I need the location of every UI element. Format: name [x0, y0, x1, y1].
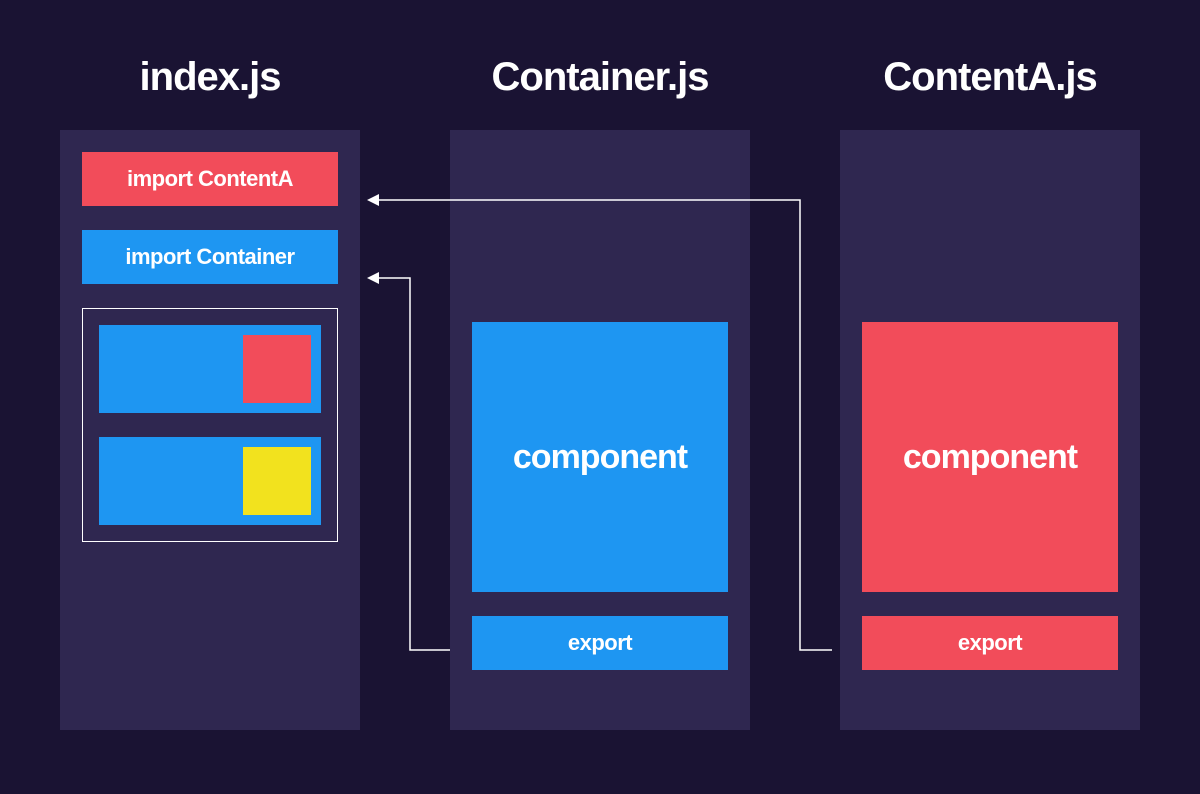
panel-container: component export — [450, 130, 750, 730]
column-contenta: ContentA.js component export — [840, 0, 1140, 730]
spacer — [472, 592, 728, 616]
spacer — [862, 592, 1118, 616]
preview-square-yellow — [243, 447, 311, 515]
column-container: Container.js component export — [450, 0, 750, 730]
preview-row-2 — [99, 437, 321, 525]
import-contenta-pill: import ContentA — [82, 152, 338, 206]
diagram-columns: index.js import ContentA import Containe… — [0, 0, 1200, 730]
panel-contenta: component export — [840, 130, 1140, 730]
column-title-contenta: ContentA.js — [883, 55, 1096, 100]
container-export-pill: export — [472, 616, 728, 670]
column-title-container: Container.js — [492, 55, 709, 100]
preview-row-1 — [99, 325, 321, 413]
panel-index: import ContentA import Container — [60, 130, 360, 730]
spacer — [862, 152, 1118, 322]
import-container-pill: import Container — [82, 230, 338, 284]
container-component-box: component — [472, 322, 728, 592]
column-index: index.js import ContentA import Containe… — [60, 0, 360, 730]
spacer — [472, 152, 728, 322]
contenta-component-box: component — [862, 322, 1118, 592]
contenta-export-pill: export — [862, 616, 1118, 670]
preview-box — [82, 308, 338, 542]
preview-square-red — [243, 335, 311, 403]
column-title-index: index.js — [140, 55, 281, 100]
